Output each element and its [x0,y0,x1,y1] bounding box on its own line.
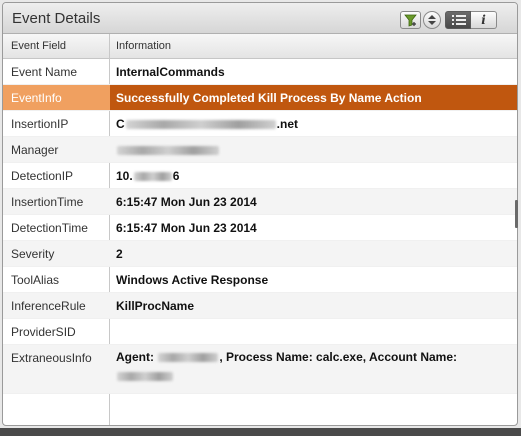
field-value: Successfully Completed Kill Process By N… [116,91,422,105]
redacted-text [125,120,276,130]
resize-handle[interactable] [515,200,518,228]
table-row[interactable]: Manager [3,137,517,163]
table-row-selected[interactable]: EventInfo Successfully Completed Kill Pr… [3,85,517,111]
view-toggle: i [445,11,497,29]
field-name: Manager [11,143,59,157]
field-name: ProviderSID [11,325,76,339]
field-value: Windows Active Response [116,273,269,287]
table-row[interactable]: DetectionTime 6:15:47 Mon Jun 23 2014 [3,215,517,241]
field-value: 2 [116,247,123,261]
list-view-button[interactable] [445,11,471,29]
sort-button[interactable] [423,11,441,29]
title-bar: Event Details i [3,3,517,34]
redacted-text [117,372,173,382]
field-name: ToolAlias [11,273,60,287]
field-name: Severity [11,247,55,261]
field-value: InternalCommands [116,65,225,79]
list-view-icon [452,15,466,25]
field-value: 10. 6 [116,169,509,183]
info-icon: i [481,13,486,27]
column-header-field[interactable]: Event Field [11,40,66,52]
filter-add-icon [404,14,417,27]
value-prefix: C [116,117,125,131]
table-row[interactable]: ToolAlias Windows Active Response [3,267,517,293]
field-value: KillProcName [116,299,195,313]
field-value: Agent: , Process Name: calc.exe, Account… [116,348,509,386]
value-suffix: .net [276,117,299,131]
table-row[interactable]: Event Name InternalCommands [3,59,517,85]
table-row[interactable]: InsertionIP C .net [3,111,517,137]
info-button[interactable]: i [471,11,497,29]
redacted-text [158,353,219,363]
agent-label: Agent: [116,350,154,364]
field-value: 6:15:47 Mon Jun 23 2014 [116,221,257,235]
table-row[interactable]: ExtraneousInfo Agent: , Process Name: ca… [3,345,517,394]
field-value: 6:15:47 Mon Jun 23 2014 [116,195,257,209]
value-suffix: 6 [172,169,180,183]
field-name: ExtraneousInfo [11,351,92,365]
value-prefix: 10. [116,169,133,183]
event-details-panel: Event Details i Event Field Information … [2,2,518,426]
field-name: Event Name [11,65,78,79]
process-text: , Process Name: calc.exe, Account Name: [219,350,458,364]
field-name: InsertionIP [11,117,69,131]
field-value: C .net [116,117,509,131]
sort-updown-icon [428,15,436,25]
table-row[interactable]: Severity 2 [3,241,517,267]
filter-button[interactable] [400,11,421,29]
field-name: EventInfo [11,91,62,105]
table-row[interactable]: InsertionTime 6:15:47 Mon Jun 23 2014 [3,189,517,215]
panel-title: Event Details [12,10,101,27]
redacted-text [133,172,172,182]
field-name: DetectionIP [11,169,74,183]
field-name: InsertionTime [11,195,84,209]
bottom-bar [0,428,521,436]
table-row[interactable]: DetectionIP 10. 6 [3,163,517,189]
field-name: InferenceRule [11,299,86,313]
event-table-body: Event Name InternalCommands EventInfo Su… [3,59,517,394]
table-header: Event Field Information [3,34,517,59]
field-name: DetectionTime [11,221,88,235]
table-row[interactable]: ProviderSID [3,319,517,345]
table-row[interactable]: InferenceRule KillProcName [3,293,517,319]
column-header-info[interactable]: Information [116,40,171,52]
redacted-text [117,146,219,156]
field-value [116,143,509,157]
